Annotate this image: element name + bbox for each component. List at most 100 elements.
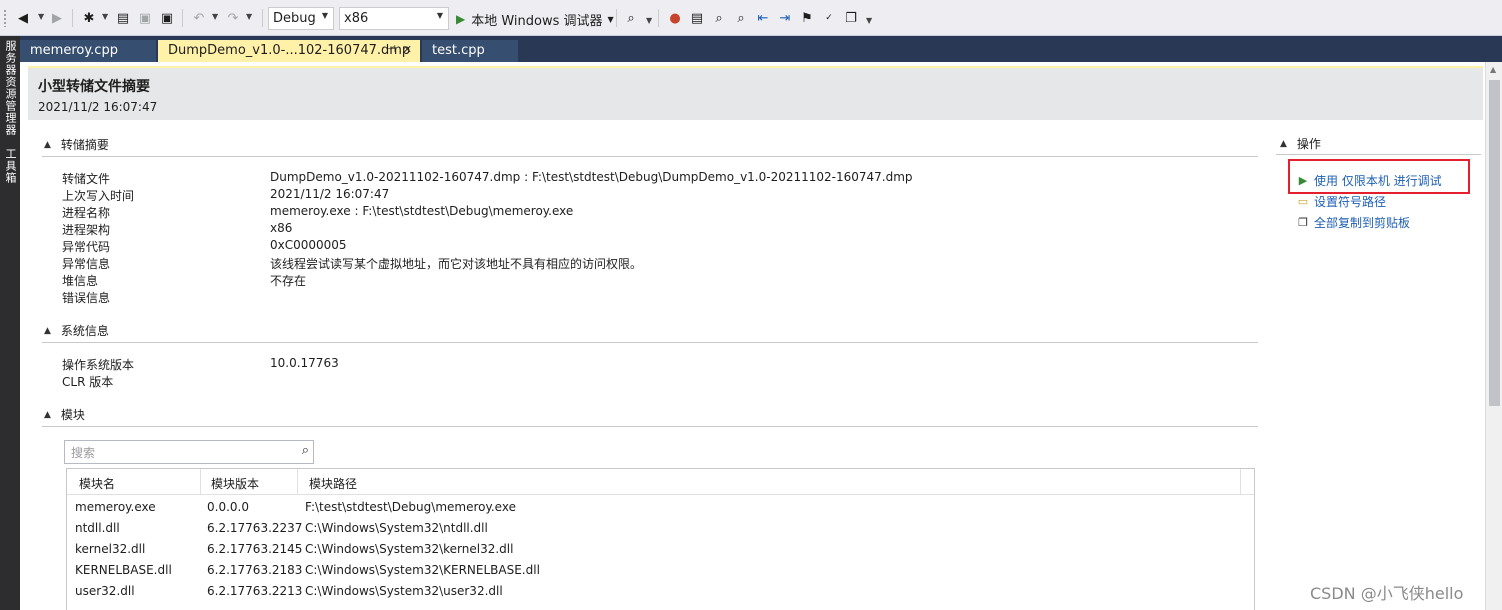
- watermark: CSDN @小飞侠hello: [1310, 584, 1464, 603]
- open-file-icon[interactable]: ▤: [114, 8, 132, 28]
- chevron-down-icon: ▼: [321, 11, 328, 20]
- search-icon[interactable]: ⌕: [732, 8, 750, 28]
- tab-dump-file[interactable]: DumpDemo_v1.0-...102-160747.dmp ⊣ ✕: [158, 40, 420, 62]
- solution-config-select[interactable]: Debug ▼: [268, 7, 334, 30]
- table-row[interactable]: ntdll.dll 6.2.17763.2237 C:\Windows\Syst…: [67, 518, 1254, 539]
- column-header-module-path[interactable]: 模块路径: [309, 475, 357, 492]
- table-header: 模块名 模块版本 模块路径: [67, 469, 1254, 495]
- play-icon: ▶: [456, 12, 466, 26]
- page-title: 小型转储文件摘要: [38, 79, 150, 95]
- cell-module-name: memeroy.exe: [75, 500, 156, 514]
- scrollbar-thumb[interactable]: [1489, 80, 1500, 406]
- field-label: 进程架构: [62, 223, 111, 237]
- column-header-module-name[interactable]: 模块名: [79, 475, 115, 492]
- table-row[interactable]: memeroy.exe 0.0.0.0 F:\test\stdtest\Debu…: [67, 497, 1254, 518]
- chevron-up-icon: ▲: [44, 409, 51, 420]
- field-value: memeroy.exe : F:\test\stdtest\Debug\meme…: [270, 204, 574, 218]
- column-divider[interactable]: [1240, 469, 1241, 495]
- field-value: 2021/11/2 16:07:47: [270, 187, 390, 201]
- section-actions-toggle[interactable]: ▲ 操作: [1280, 135, 1321, 152]
- column-header-module-version[interactable]: 模块版本: [211, 475, 259, 492]
- chevron-up-icon: ▲: [44, 139, 51, 150]
- field-label: 操作系统版本: [62, 358, 135, 372]
- redo-icon[interactable]: ↷: [224, 8, 242, 28]
- start-debugging-button[interactable]: ▶ 本地 Windows 调试器 ▼: [456, 8, 614, 30]
- open-folder-icon[interactable]: ▤: [688, 8, 706, 28]
- section-system-info-toggle[interactable]: ▲ 系统信息: [44, 322, 109, 339]
- field-value: x86: [270, 221, 293, 235]
- tab-label: memeroy.cpp: [30, 43, 118, 58]
- section-heading: 转储摘要: [60, 138, 109, 152]
- step-back-icon[interactable]: ⇤: [754, 8, 772, 28]
- folder-icon: ▭: [1297, 195, 1309, 208]
- table-row[interactable]: user32.dll 6.2.17763.2213 C:\Windows\Sys…: [67, 581, 1254, 602]
- platform-value: x86: [344, 11, 369, 26]
- chevron-down-icon: ▼: [436, 11, 443, 20]
- set-symbol-paths-link[interactable]: ▭ 设置符号路径: [1296, 193, 1386, 210]
- highlight-box: [1288, 159, 1470, 194]
- field-value: 10.0.17763: [270, 356, 339, 370]
- document-tabbar: memeroy.cpp DumpDemo_v1.0-...102-160747.…: [20, 36, 1502, 62]
- server-explorer-tab[interactable]: 服务器资源管理器: [2, 40, 18, 136]
- divider: [42, 426, 1258, 427]
- cell-module-path: C:\Windows\System32\KERNELBASE.dll: [305, 563, 540, 577]
- tab-label: DumpDemo_v1.0-...102-160747.dmp: [168, 43, 411, 58]
- section-heading: 模块: [60, 408, 85, 422]
- cell-module-version: 6.2.17763.2237: [207, 521, 303, 535]
- find-in-files-icon[interactable]: ⌕: [622, 8, 640, 28]
- close-icon[interactable]: ✕: [403, 43, 412, 56]
- copy-icon: ❐: [1298, 216, 1308, 229]
- dump-summary-document: 小型转储文件摘要 2021/11/2 16:07:47 ▲ 转储摘要 转储文件 …: [20, 62, 1502, 610]
- navigate-forward-icon[interactable]: ▶: [48, 8, 66, 28]
- toolbar: ◀ ▼ ▶ ✱ ▼ ▤ ▣ ▣ ↶ ▼ ↷ ▼ Debug ▼ x86 ▼ ▶ …: [0, 0, 1502, 36]
- field-label: 堆信息: [62, 274, 99, 288]
- cell-module-version: 0.0.0.0: [207, 500, 249, 514]
- scroll-up-icon[interactable]: ▲: [1490, 65, 1496, 74]
- toolbar-overflow-icon[interactable]: ▼: [646, 16, 652, 25]
- field-value: DumpDemo_v1.0-20211102-160747.dmp : F:\t…: [270, 170, 913, 184]
- chevron-up-icon: ▲: [44, 325, 51, 336]
- undo-icon[interactable]: ↶: [190, 8, 208, 28]
- cell-module-path: C:\Windows\System32\ntdll.dll: [305, 521, 488, 535]
- save-all-icon[interactable]: ▣: [158, 8, 176, 28]
- section-modules-toggle[interactable]: ▲ 模块: [44, 406, 85, 423]
- toolbar-separator: [658, 9, 659, 27]
- field-value: 0xC0000005: [270, 238, 347, 252]
- field-label: 错误信息: [62, 291, 111, 305]
- navigate-back-icon[interactable]: ◀: [14, 8, 32, 28]
- find-symbol-icon[interactable]: ⌕: [710, 8, 728, 28]
- copy-window-icon[interactable]: ❐: [842, 8, 860, 28]
- column-divider[interactable]: [297, 469, 298, 495]
- tab-test-cpp[interactable]: test.cpp: [422, 40, 518, 62]
- new-dropdown-icon[interactable]: ▼: [102, 12, 108, 21]
- platform-select[interactable]: x86 ▼: [339, 7, 449, 30]
- back-dropdown-icon[interactable]: ▼: [38, 12, 44, 21]
- undo-dropdown-icon[interactable]: ▼: [212, 12, 218, 21]
- search-icon[interactable]: ⌕: [302, 443, 309, 458]
- step-forward-icon[interactable]: ⇥: [776, 8, 794, 28]
- pin-icon[interactable]: ⊣: [387, 44, 396, 55]
- table-row[interactable]: KERNELBASE.dll 6.2.17763.2183 C:\Windows…: [67, 560, 1254, 581]
- cell-module-name: ntdll.dll: [75, 521, 120, 535]
- copy-all-to-clipboard-link[interactable]: ❐ 全部复制到剪贴板: [1296, 214, 1410, 231]
- section-dump-summary-toggle[interactable]: ▲ 转储摘要: [44, 136, 109, 153]
- save-icon[interactable]: ▣: [136, 8, 154, 28]
- new-project-icon[interactable]: ✱: [80, 8, 98, 28]
- module-search-input[interactable]: 搜索 ⌕: [64, 440, 314, 464]
- field-label: 上次写入时间: [62, 189, 135, 203]
- redo-dropdown-icon[interactable]: ▼: [246, 12, 252, 21]
- breakpoint-icon[interactable]: ●: [666, 8, 684, 28]
- tab-memeroy-cpp[interactable]: memeroy.cpp: [20, 40, 156, 62]
- table-row[interactable]: kernel32.dll 6.2.17763.2145 C:\Windows\S…: [67, 539, 1254, 560]
- column-divider[interactable]: [200, 469, 201, 495]
- vertical-scrollbar[interactable]: ▲: [1485, 62, 1502, 610]
- spell-check-icon[interactable]: ✓: [820, 8, 838, 28]
- bookmark-icon[interactable]: ⚑: [798, 8, 816, 28]
- section-heading: 操作: [1296, 137, 1321, 151]
- toolbar-grip[interactable]: [3, 9, 7, 27]
- divider: [42, 156, 1258, 157]
- toolbar-overflow-icon[interactable]: ▼: [866, 16, 872, 25]
- toolbox-tab[interactable]: 工具箱: [2, 148, 18, 184]
- chevron-down-icon[interactable]: ▼: [608, 15, 614, 24]
- summary-header: 小型转储文件摘要 2021/11/2 16:07:47: [28, 66, 1483, 120]
